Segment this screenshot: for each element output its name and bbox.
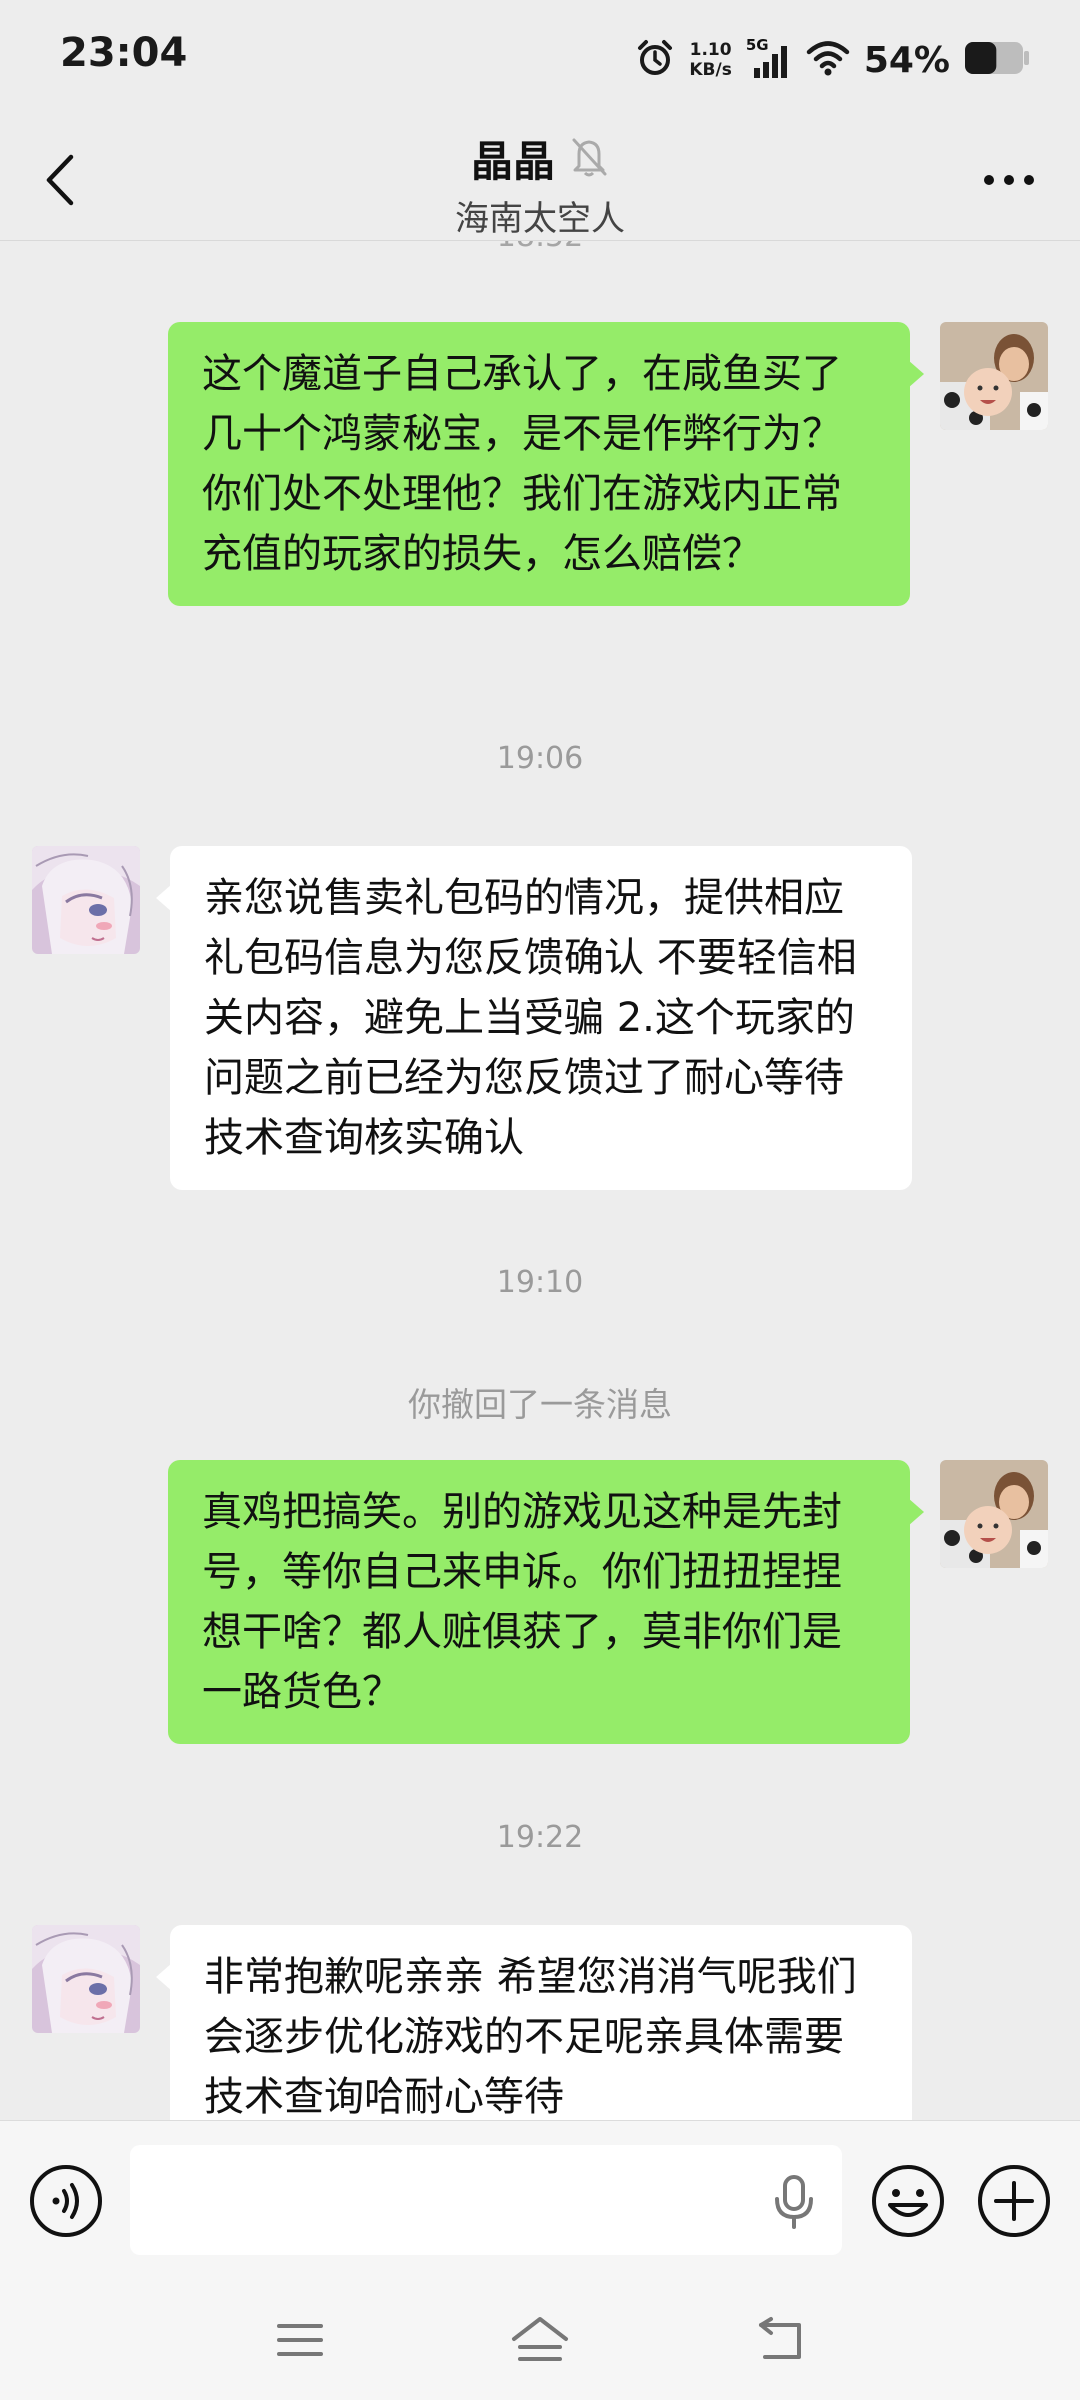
home-icon — [512, 2317, 568, 2361]
timestamp-partial: 18:52 — [0, 241, 1080, 254]
status-time: 23:04 — [60, 30, 188, 76]
timestamp: 19:22 — [496, 1820, 584, 1855]
message-list[interactable]: 18:52 这个魔道子自己承认了，在咸鱼买了几十个鸿蒙秘宝，是不是作弊行为？你们… — [0, 241, 1080, 2120]
network-speed-value: 1.10 — [689, 40, 732, 60]
voice-toggle-button[interactable] — [28, 2163, 104, 2239]
input-bar — [0, 2120, 1080, 2281]
battery-icon — [964, 40, 1030, 80]
status-icons: 1.10 KB/s 5G 54% — [635, 30, 1030, 90]
wifi-icon — [806, 39, 850, 81]
chat-header: 晶晶 海南太空人 — [0, 120, 1080, 240]
my-avatar[interactable] — [940, 322, 1048, 430]
timestamp: 19:10 — [496, 1265, 584, 1300]
chat-title: 晶晶 — [470, 137, 555, 186]
my-message-bubble[interactable]: 真鸡把搞笑。别的游戏见这种是先封号，等你自己来申诉。你们扭扭捏捏想干啥？都人赃俱… — [168, 1460, 924, 1744]
more-icon — [984, 175, 1034, 185]
my-avatar[interactable] — [940, 1460, 1048, 1568]
nav-back-button[interactable] — [745, 2310, 815, 2370]
nav-home-button[interactable] — [505, 2310, 575, 2370]
mute-bell-icon — [569, 136, 609, 182]
message-input[interactable] — [130, 2145, 842, 2255]
status-bar: 23:04 1.10 KB/s 5G 54% — [0, 0, 1080, 120]
more-functions-button[interactable] — [976, 2163, 1052, 2239]
chat-subtitle: 海南太空人 — [455, 199, 625, 239]
back-nav-icon — [759, 2317, 801, 2359]
timestamp: 19:06 — [496, 741, 584, 776]
network-speed: 1.10 KB/s — [689, 40, 731, 80]
nav-menu-button[interactable] — [265, 2310, 335, 2370]
chat-title-block[interactable]: 晶晶 海南太空人 — [0, 128, 1080, 240]
my-message-bubble[interactable]: 这个魔道子自己承认了，在咸鱼买了几十个鸿蒙秘宝，是不是作弊行为？你们处不处理他？… — [168, 322, 924, 606]
network-speed-unit: KB/s — [689, 60, 732, 80]
battery-percent: 54% — [863, 39, 950, 81]
recalled-message-notice[interactable]: 你撤回了一条消息 — [0, 1378, 1080, 1426]
alarm-icon — [635, 38, 675, 82]
emoji-button[interactable] — [870, 2163, 946, 2239]
voice-icon — [30, 2165, 102, 2237]
plus-icon — [978, 2165, 1050, 2237]
mic-icon[interactable] — [772, 2175, 816, 2229]
menu-icon — [277, 2324, 323, 2356]
contact-avatar[interactable] — [32, 846, 140, 954]
more-options-button[interactable] — [974, 150, 1044, 210]
signal-icon: 5G — [746, 36, 792, 80]
system-nav-bar — [0, 2280, 1080, 2400]
emoji-icon — [872, 2165, 944, 2237]
contact-message-bubble[interactable]: 非常抱歉呢亲亲 希望您消消气呢我们会逐步优化游戏的不足呢亲具体需要技术查询哈耐心… — [156, 1925, 912, 2120]
contact-message-bubble[interactable]: 亲您说售卖礼包码的情况，提供相应礼包码信息为您反馈确认 不要轻信相关内容，避免上… — [156, 846, 912, 1190]
contact-avatar[interactable] — [32, 1925, 140, 2033]
